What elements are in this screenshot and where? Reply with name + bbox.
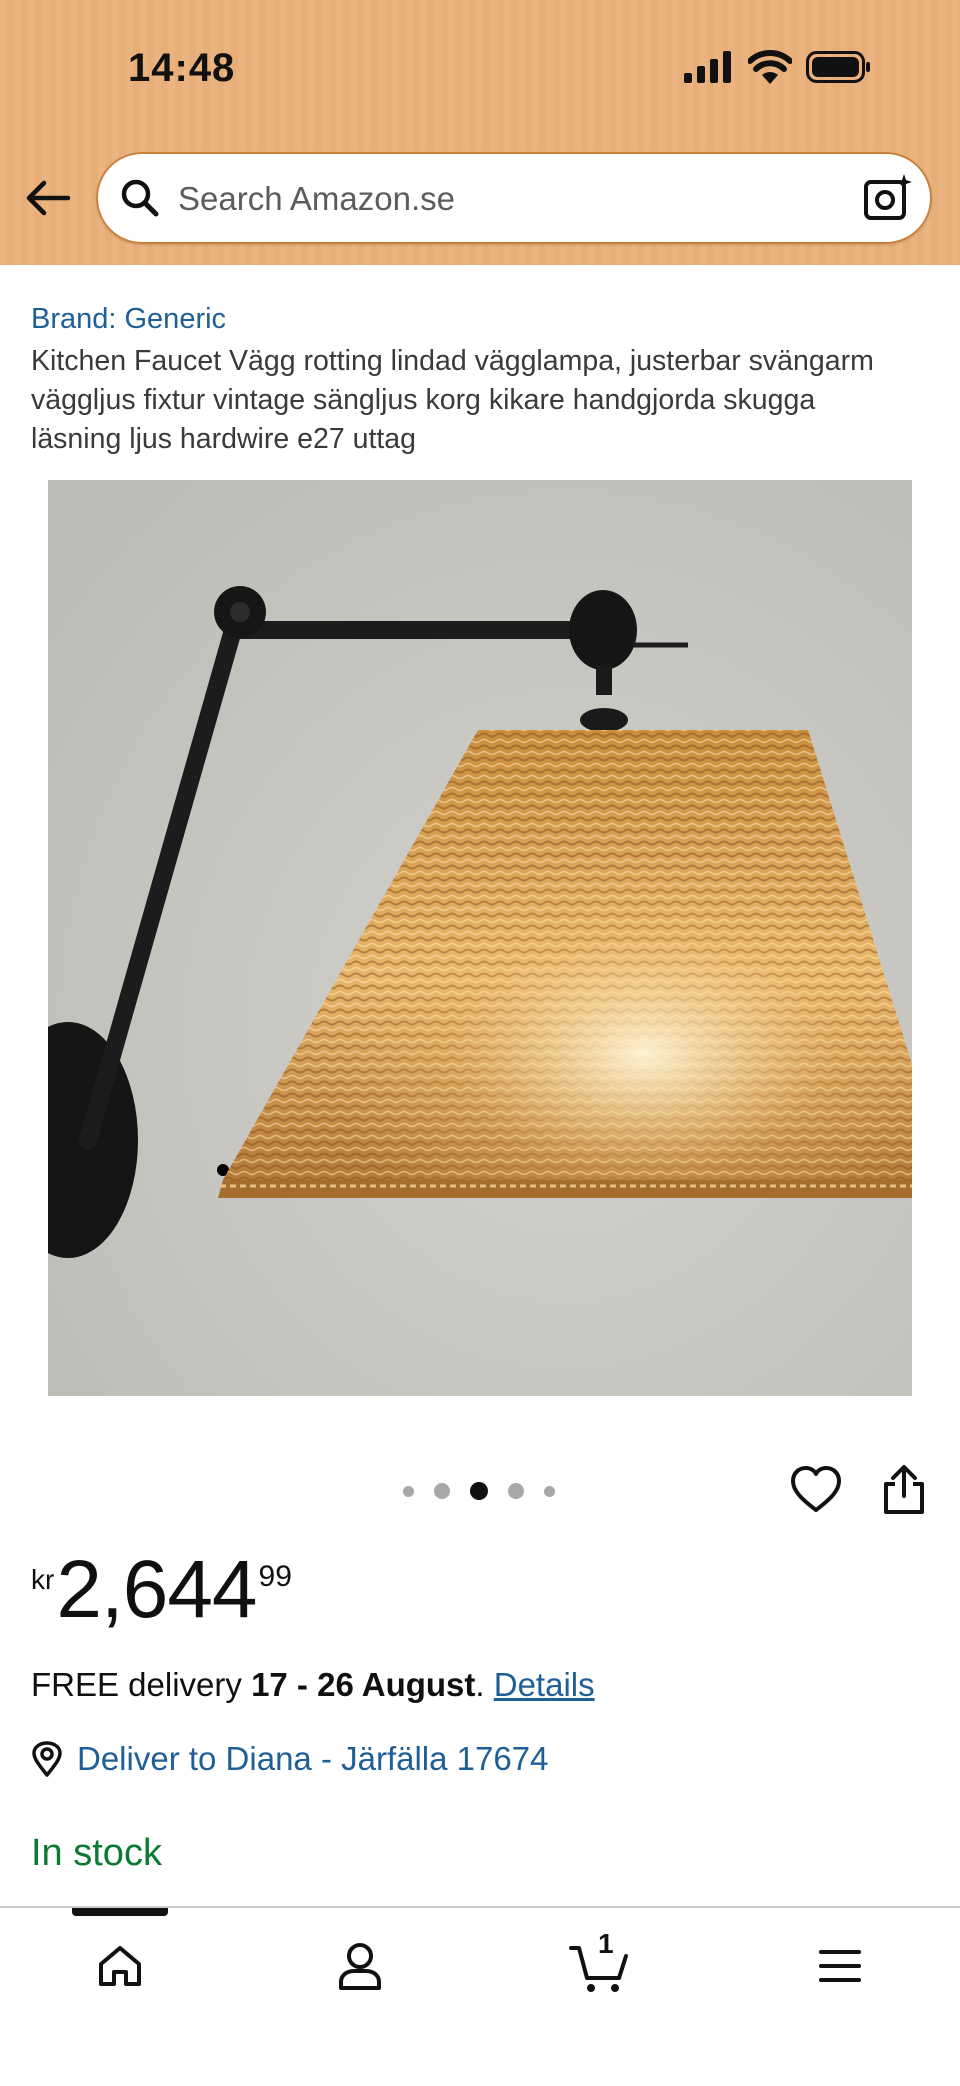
back-button[interactable] [22, 172, 74, 224]
price-whole: 2,644 [56, 1544, 257, 1635]
carousel-dot[interactable] [403, 1485, 414, 1497]
product-image[interactable] [48, 480, 912, 1396]
cart-count: 1 [598, 1928, 614, 1959]
brand-link[interactable]: Brand: Generic [31, 303, 226, 336]
delivery-prefix: FREE delivery [31, 1666, 252, 1703]
search-bar[interactable] [96, 152, 932, 244]
stock-status: In stock [31, 1832, 162, 1874]
back-arrow-icon [26, 180, 71, 216]
product-title: Kitchen Faucet Vägg rotting lindad väggl… [31, 345, 874, 455]
status-icons [684, 50, 872, 84]
heart-icon [791, 1466, 841, 1512]
nav-home[interactable] [88, 1934, 152, 1998]
carousel-dot-active[interactable] [470, 1482, 488, 1500]
delivery-details-link[interactable]: Details [494, 1666, 595, 1703]
wishlist-button[interactable] [790, 1464, 842, 1516]
price: kr 2,644 99 [31, 1548, 292, 1632]
carousel-dot[interactable] [544, 1485, 555, 1497]
image-carousel-dots[interactable] [403, 1482, 555, 1500]
delivery-suffix: . [475, 1666, 494, 1703]
wifi-icon [748, 50, 792, 84]
search-icon [121, 179, 159, 217]
delivery-info: FREE delivery 17 - 26 August. Details [31, 1666, 595, 1704]
carousel-dot[interactable] [434, 1483, 450, 1499]
menu-icon [819, 1950, 861, 1982]
deliver-to-link[interactable]: Deliver to Diana - Järfälla 17674 [31, 1740, 548, 1778]
camera-icon[interactable] [862, 172, 914, 224]
nav-menu[interactable] [808, 1934, 872, 1998]
header: 14:48 [0, 0, 960, 265]
nav-account[interactable] [328, 1934, 392, 1998]
status-time: 14:48 [128, 46, 236, 90]
bottom-navigation: 1 [0, 1906, 960, 2086]
nav-cart[interactable]: 1 [568, 1928, 632, 1998]
share-icon [884, 1465, 924, 1514]
home-icon [99, 1946, 141, 1986]
battery-icon [806, 51, 870, 83]
price-currency: kr [31, 1564, 55, 1595]
deliver-to-text[interactable]: Deliver to Diana - Järfälla 17674 [77, 1740, 548, 1778]
carousel-dot[interactable] [508, 1483, 524, 1499]
search-input[interactable] [176, 170, 820, 228]
active-tab-indicator [72, 1908, 168, 1916]
share-button[interactable] [880, 1464, 928, 1516]
price-fraction: 99 [258, 1560, 292, 1593]
account-icon [339, 1943, 381, 1990]
location-icon [32, 1741, 62, 1777]
delivery-dates: 17 - 26 August [251, 1666, 476, 1703]
signal-icon [684, 51, 731, 83]
